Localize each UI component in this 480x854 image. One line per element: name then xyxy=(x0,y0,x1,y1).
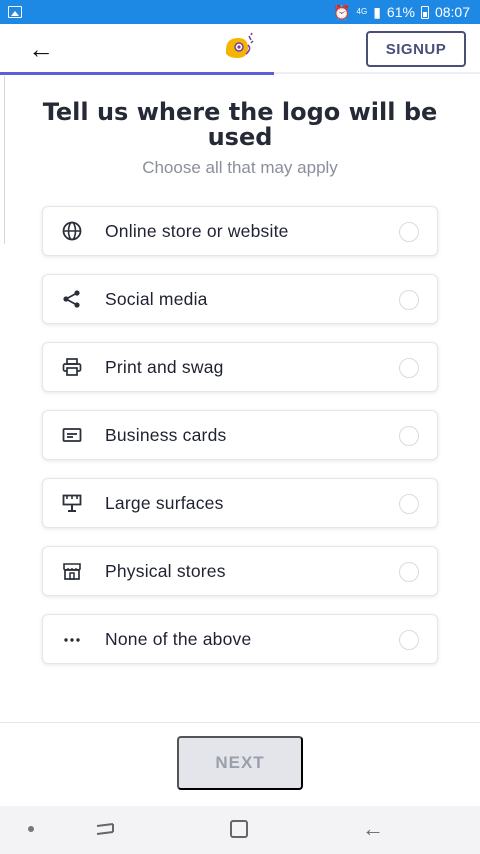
option-radio[interactable] xyxy=(399,358,419,378)
page-title: Tell us where the logo will be used xyxy=(42,98,438,151)
globe-icon xyxy=(61,220,83,242)
storefront-icon xyxy=(61,560,83,582)
recent-apps-icon[interactable] xyxy=(94,820,116,838)
next-button[interactable]: NEXT xyxy=(177,736,303,790)
option-label: Large surfaces xyxy=(105,492,224,513)
option-radio[interactable] xyxy=(399,494,419,514)
option-large-surfaces[interactable]: Large surfaces xyxy=(42,478,438,528)
option-radio[interactable] xyxy=(399,222,419,242)
billboard-icon xyxy=(61,492,83,514)
option-radio[interactable] xyxy=(399,290,419,310)
option-label: None of the above xyxy=(105,628,252,649)
option-label: Physical stores xyxy=(105,560,226,581)
option-radio[interactable] xyxy=(399,426,419,446)
footer-divider xyxy=(0,722,480,723)
back-arrow-icon[interactable]: ← xyxy=(28,36,54,62)
clock: 08:07 xyxy=(434,4,470,20)
option-label: Business cards xyxy=(105,424,227,445)
option-radio[interactable] xyxy=(399,562,419,582)
option-print-swag[interactable]: Print and swag xyxy=(42,342,438,392)
card-icon xyxy=(61,424,83,446)
status-bar: ⏰ 4G ▮ 61% 08:07 xyxy=(0,0,480,24)
battery-icon xyxy=(420,5,429,19)
option-radio[interactable] xyxy=(399,630,419,650)
signal-icon: ▮ xyxy=(373,3,381,20)
nav-back-icon[interactable]: ← xyxy=(362,816,384,842)
network-type: 4G xyxy=(356,7,368,16)
option-physical-stores[interactable]: Physical stores xyxy=(42,546,438,596)
option-label: Print and swag xyxy=(105,356,224,377)
app-header: ← SIGNUP xyxy=(0,24,480,74)
option-social-media[interactable]: Social media xyxy=(42,274,438,324)
printer-icon xyxy=(61,356,83,378)
page-subtitle: Choose all that may apply xyxy=(142,158,338,177)
brand-logo-icon xyxy=(226,32,254,58)
signup-button[interactable]: SIGNUP xyxy=(366,31,466,67)
alarm-icon: ⏰ xyxy=(333,3,351,20)
progress-bar xyxy=(0,72,274,75)
share-icon xyxy=(61,288,83,310)
option-online-store[interactable]: Online store or website xyxy=(42,206,438,256)
home-icon[interactable] xyxy=(230,820,248,838)
usage-options-list: Online store or website Social media Pri… xyxy=(42,206,438,682)
system-nav-bar: ← xyxy=(0,806,480,854)
option-label: Online store or website xyxy=(105,220,289,241)
option-label: Social media xyxy=(105,288,208,309)
nav-dot-icon[interactable] xyxy=(28,826,34,832)
gallery-icon xyxy=(8,6,22,18)
option-business-cards[interactable]: Business cards xyxy=(42,410,438,460)
battery-percent: 61% xyxy=(386,4,415,20)
option-none[interactable]: None of the above xyxy=(42,614,438,664)
more-dots-icon xyxy=(61,628,83,650)
